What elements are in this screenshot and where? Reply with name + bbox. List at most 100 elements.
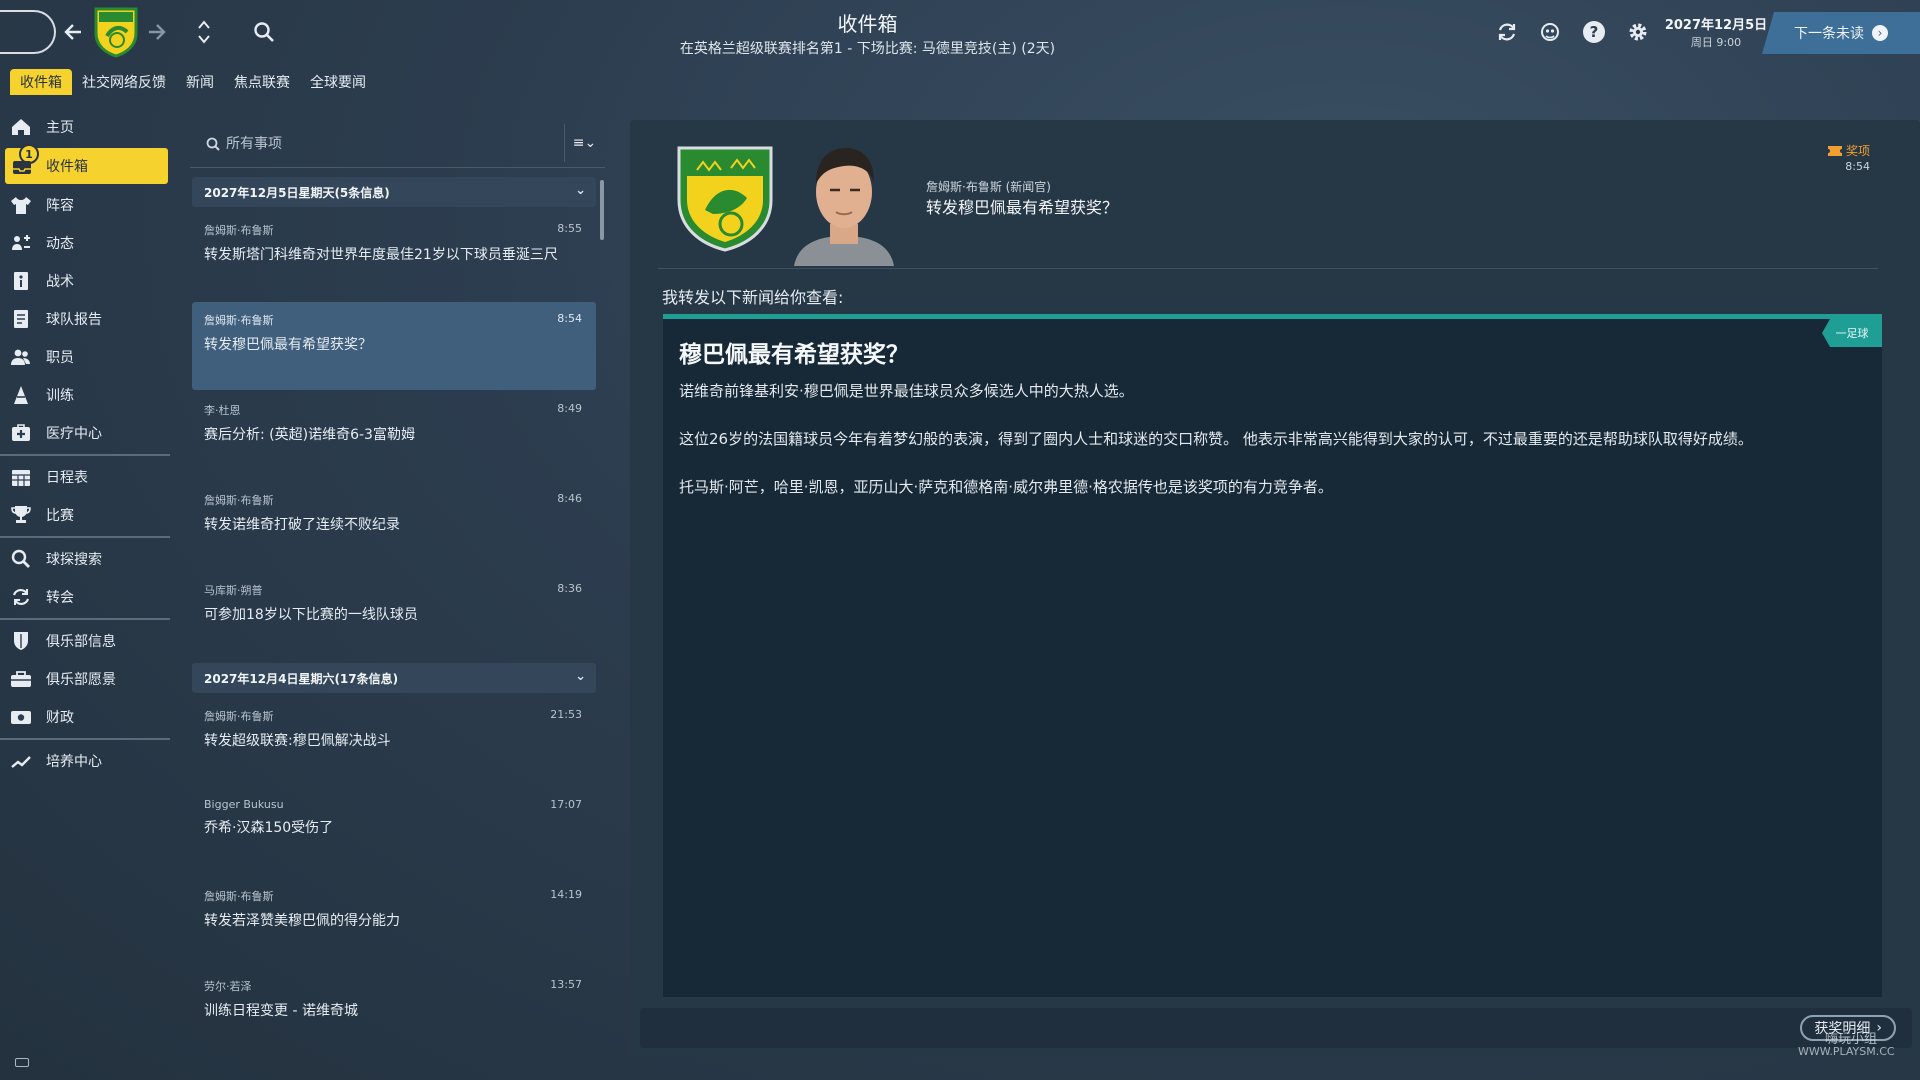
message-sender: 詹姆斯·布鲁斯 — [204, 710, 274, 723]
sidebar-item-label: 财政 — [46, 710, 74, 726]
menu-slot[interactable] — [0, 10, 56, 54]
forward-intro-text: 我转发以下新闻给你查看: — [662, 288, 844, 307]
forward-arrow-icon[interactable] — [142, 18, 170, 46]
sidebar-item-squad[interactable]: 阵容 — [0, 186, 170, 224]
sidebar-item-tactics[interactable]: 战术 — [0, 262, 170, 300]
sidebar-item-label: 转会 — [46, 590, 74, 606]
message-time: 17:07 — [550, 798, 582, 811]
day-group-header[interactable]: 2027年12月4日星期六(17条信息) ⌄ — [192, 663, 596, 693]
list-scrollbar[interactable] — [600, 180, 604, 240]
tab-news[interactable]: 新闻 — [176, 69, 224, 95]
message-sender: 李·杜恩 — [204, 404, 241, 417]
social-media-icon[interactable] — [1537, 19, 1563, 45]
list-filter-dropdown[interactable]: ≡ ⌄ — [564, 124, 604, 162]
message-item[interactable]: 詹姆斯·布鲁斯 8:55 转发斯塔门科维奇对世界年度最佳21岁以下球员垂涎三尺 — [192, 212, 596, 300]
message-item[interactable]: 詹姆斯·布鲁斯 14:19 转发若泽赞美穆巴佩的得分能力 — [192, 878, 596, 966]
sidebar-item-training[interactable]: 训练 — [0, 376, 170, 414]
sidebar-item-schedule[interactable]: 日程表 — [0, 458, 170, 496]
tab-inbox[interactable]: 收件箱 — [10, 69, 72, 95]
finance-icon — [11, 711, 31, 724]
message-item[interactable]: 詹姆斯·布鲁斯 8:46 转发诺维奇打破了连续不败纪录 — [192, 482, 596, 570]
sidebar-item-label: 职员 — [46, 350, 74, 366]
next-unread-label: 下一条未读 — [1794, 26, 1864, 42]
page-subtitle[interactable]: 在英格兰超级联赛排名第1 - 下场比赛: 马德里竞技(主) (2天) — [560, 38, 1175, 58]
chevron-down-icon: ⌄ — [584, 135, 597, 151]
message-time: 8:54 — [557, 312, 582, 325]
help-icon[interactable]: ? — [1581, 19, 1607, 45]
medical-icon — [12, 424, 30, 441]
chevron-down-icon: ⌄ — [575, 183, 586, 198]
sidebar-item-scouting[interactable]: 球探搜索 — [0, 540, 170, 578]
sidebar-item-label: 训练 — [46, 388, 74, 404]
dynamics-icon — [12, 235, 30, 250]
sidebar-item-label: 收件箱 — [46, 159, 88, 175]
calendar-icon — [12, 470, 30, 486]
date-label: 2027年12月5日 — [1664, 18, 1768, 33]
sidebar-item-development-centre[interactable]: 培养中心 — [0, 742, 170, 780]
sidebar-divider — [0, 618, 170, 620]
message-subject: 转发超级联赛:穆巴佩解决战斗 — [204, 733, 391, 749]
game-date[interactable]: 2027年12月5日 周日 9:00 — [1664, 14, 1768, 50]
header-divider — [658, 268, 1878, 269]
message-subject: 转发斯塔门科维奇对世界年度最佳21岁以下球员垂涎三尺 — [204, 247, 558, 263]
message-time: 8:55 — [557, 222, 582, 235]
sidebar-item-club-vision[interactable]: 俱乐部愿景 — [0, 660, 170, 698]
sidebar-item-label: 主页 — [46, 120, 74, 136]
search-icon[interactable] — [250, 18, 278, 46]
tab-focus-league[interactable]: 焦点联赛 — [224, 69, 300, 95]
chevron-right-icon: › — [1872, 25, 1888, 41]
back-arrow-icon[interactable] — [60, 18, 88, 46]
sidebar-item-home[interactable]: 主页 — [0, 108, 170, 146]
sidebar-item-competitions[interactable]: 比赛 — [0, 496, 170, 534]
filter-search-input[interactable] — [198, 129, 558, 159]
tab-global-headlines[interactable]: 全球要闻 — [300, 69, 376, 95]
message-item-selected[interactable]: 詹姆斯·布鲁斯 8:54 转发穆巴佩最有希望获奖？ — [192, 302, 596, 390]
top-bar: 收件箱 在英格兰超级联赛排名第1 - 下场比赛: 马德里竞技(主) (2天) ?… — [0, 0, 1920, 64]
message-subject: 乔希·汉森150受伤了 — [204, 820, 334, 836]
club-crest-icon[interactable] — [675, 144, 775, 254]
sidebar-item-staff[interactable]: 职员 — [0, 338, 170, 376]
message-item[interactable]: Bigger Bukusu 17:07 乔希·汉森150受伤了 — [192, 788, 596, 876]
news-officer-portrait — [794, 148, 894, 266]
message-subject: 赛后分析: (英超)诺维奇6-3富勒姆 — [204, 427, 415, 443]
chevron-down-icon: ⌄ — [575, 669, 586, 684]
list-search-row: ≡⌄ — [190, 120, 605, 168]
sidebar-item-inbox[interactable]: 1 收件箱 — [5, 144, 168, 184]
keyboard-icon[interactable] — [15, 1058, 29, 1067]
message-time: 14:19 — [550, 888, 582, 901]
tactics-icon — [14, 272, 28, 290]
sidebar-item-label: 培养中心 — [46, 754, 102, 770]
shirt-icon — [11, 197, 31, 214]
next-unread-button[interactable]: 下一条未读 › — [1762, 12, 1920, 54]
club-crest-icon[interactable] — [93, 6, 139, 58]
training-icon — [14, 386, 28, 404]
sidebar-item-transfers[interactable]: 转会 — [0, 578, 170, 616]
message-time: 8:49 — [557, 402, 582, 415]
message-item[interactable]: 李·杜恩 8:49 赛后分析: (英超)诺维奇6-3富勒姆 — [192, 392, 596, 480]
message-time: 8:46 — [557, 492, 582, 505]
club-shield-icon — [14, 632, 28, 650]
sidebar-item-medical[interactable]: 医疗中心 — [0, 414, 170, 452]
settings-gear-icon[interactable] — [1625, 19, 1651, 45]
sidebar-item-label: 战术 — [46, 274, 74, 290]
action-bar: 获奖明细 › — [640, 1008, 1912, 1048]
message-time: 8:36 — [557, 582, 582, 595]
development-icon — [11, 756, 31, 768]
refresh-icon[interactable] — [1494, 19, 1520, 45]
message-item[interactable]: 詹姆斯·布鲁斯 21:53 转发超级联赛:穆巴佩解决战斗 — [192, 698, 596, 786]
sidebar-item-label: 俱乐部愿景 — [46, 672, 116, 688]
sidebar-item-team-report[interactable]: 球队报告 — [0, 300, 170, 338]
message-item[interactable]: 马库斯·朔普 8:36 可参加18岁以下比赛的一线队球员 — [192, 572, 596, 660]
sidebar-item-label: 动态 — [46, 236, 74, 252]
sidebar-item-club-info[interactable]: 俱乐部信息 — [0, 622, 170, 660]
up-down-icon[interactable] — [190, 18, 218, 46]
sidebar-item-finances[interactable]: 财政 — [0, 698, 170, 736]
sidebar-item-dynamics[interactable]: 动态 — [0, 224, 170, 262]
sidebar: 主页 1 收件箱 阵容 动态 战术 球队报告 职员 训练 医疗中心 日程表 比赛 — [0, 108, 170, 780]
message-item[interactable]: 劳尔·若泽 13:57 训练日程变更 - 诺维奇城 — [192, 968, 596, 1056]
day-group-header[interactable]: 2027年12月5日星期天(5条信息) ⌄ — [192, 177, 596, 207]
tab-social-feedback[interactable]: 社交网络反馈 — [72, 69, 176, 95]
sidebar-item-label: 比赛 — [46, 508, 74, 524]
sidebar-item-label: 阵容 — [46, 198, 74, 214]
message-from[interactable]: 詹姆斯·布鲁斯 (新闻官) — [926, 178, 1051, 195]
